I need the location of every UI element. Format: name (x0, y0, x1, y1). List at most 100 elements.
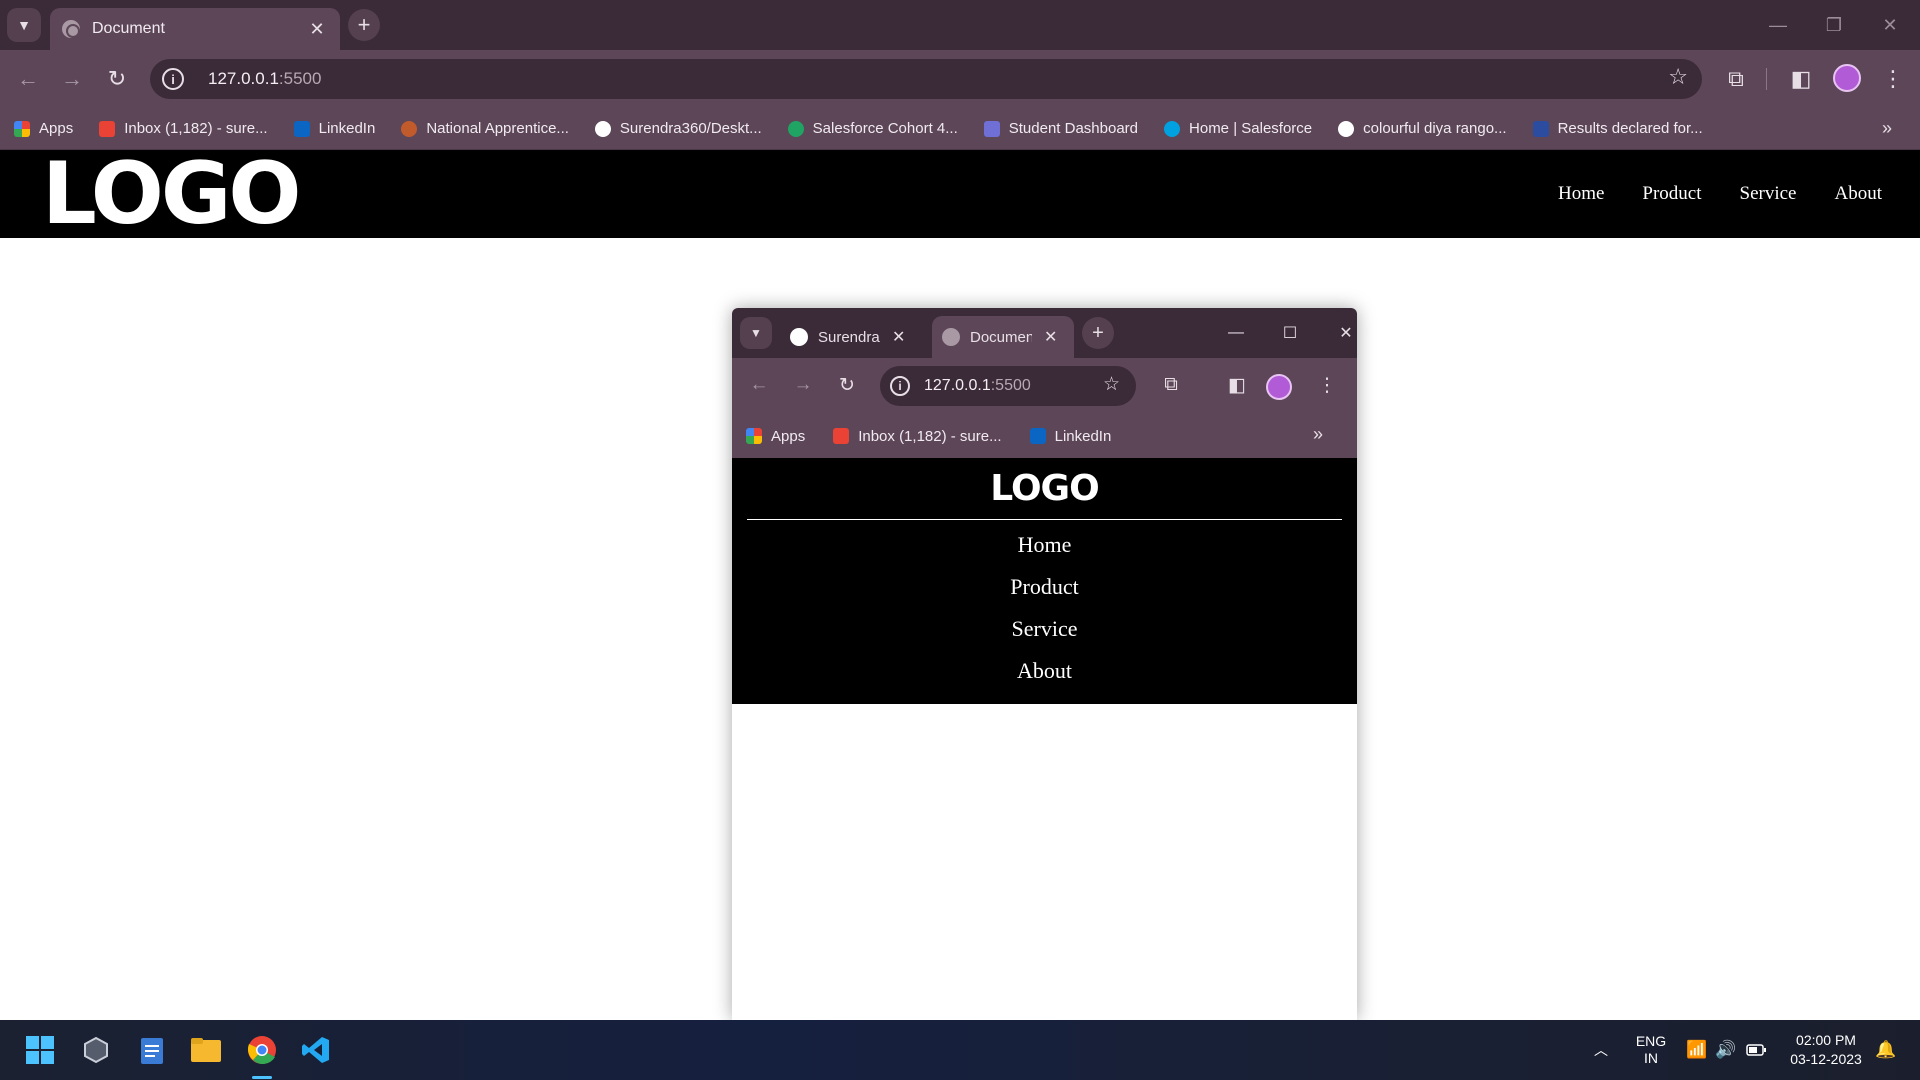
address-bar[interactable]: i 127.0.0.1:5500 ☆ (150, 59, 1702, 99)
bookmark-item[interactable]: Home | Salesforce (1164, 120, 1312, 137)
taskbar: ︿ ENG IN 📶 🔊 02:00 PM 03-12-2023 🔔 (0, 1020, 1920, 1080)
restore-button[interactable]: ❐ (1806, 0, 1862, 50)
url-text: 127.0.0.1:5500 (208, 69, 322, 88)
bookmark-item[interactable]: Results declared for... (1532, 120, 1703, 137)
file-explorer-icon[interactable] (188, 1032, 224, 1068)
bookmark-item[interactable]: Apps (14, 120, 73, 137)
bookmark-item[interactable]: National Apprentice... (401, 120, 569, 137)
clock[interactable]: 02:00 PM 03-12-2023 (1778, 1020, 1874, 1080)
tab-search-button[interactable]: ▼ (7, 8, 41, 42)
mobile-site-logo: LOGO (990, 468, 1099, 509)
linkedin-icon (1029, 428, 1046, 444)
bookmark-item[interactable]: Inbox (1,182) - sure... (99, 120, 268, 137)
new-tab-button[interactable]: + (348, 9, 380, 41)
star-icon: ☆ (1102, 374, 1120, 395)
more-vert-icon: ⋮ (1317, 374, 1337, 396)
browser-toolbar: ← → ↻ i 127.0.0.1:5500 ☆ ⧉ ◧ ⋮ (0, 50, 1920, 108)
inner-toolbar: ← → ↻ i 127.0.0.1:5500 ☆ ⧉ ◧ ⋮ (732, 358, 1357, 414)
forward-button[interactable]: → (55, 62, 89, 96)
reload-button[interactable]: ↻ (100, 62, 134, 96)
star-icon[interactable]: ☆ (1668, 64, 1688, 90)
notification-bell-icon[interactable]: 🔔 (1872, 1020, 1900, 1080)
volume-icon[interactable]: 🔊 (1713, 1020, 1739, 1080)
arrow-left-icon: ← (17, 66, 39, 91)
arrow-right-icon: → (793, 374, 813, 395)
inner-bookmarks-bar: Apps Inbox (1,182) - sure... LinkedIn » (732, 414, 1357, 458)
bookmarks-overflow-icon: » (1312, 424, 1323, 444)
back-button[interactable]: ← (11, 62, 45, 96)
apps-grid-icon (14, 120, 30, 137)
bookmark-item[interactable]: Student Dashboard (983, 120, 1138, 137)
mobile-nav-link-home: Home (1017, 532, 1072, 557)
tab-document[interactable]: Document ✕ (50, 8, 340, 50)
mobile-nav-link-product: Product (1010, 574, 1079, 599)
divider (747, 519, 1342, 520)
puzzle-icon: ⧉ (1164, 374, 1178, 395)
mobile-nav-link-service: Service (1011, 616, 1078, 641)
site-header: LOGO Home Product Service About (0, 150, 1920, 238)
unacademy-icon (1532, 120, 1549, 137)
site-nav: Home Product Service About (1520, 150, 1882, 238)
site-logo[interactable]: LOGO (42, 151, 302, 237)
nav-link-product[interactable]: Product (1642, 183, 1701, 205)
avatar (1266, 374, 1292, 400)
mobile-nav: Home Product Service About (732, 532, 1357, 700)
nav-link-service[interactable]: Service (1740, 183, 1797, 205)
mobile-site-header: LOGO Home Product Service About (732, 458, 1357, 704)
github-icon (790, 328, 808, 346)
extensions-button[interactable]: ⧉ (1719, 62, 1753, 96)
close-window-button[interactable]: ✕ (1862, 0, 1918, 50)
mobile-preview-image: ▼ Surendra ✕ Documen ✕ + — ☐ ✕ ← → ↻ i 1… (732, 308, 1357, 1020)
bookmark-item[interactable]: Surendra360/Deskt... (594, 120, 762, 137)
nav-link-about[interactable]: About (1835, 183, 1883, 205)
nav-link-home[interactable]: Home (1558, 183, 1604, 205)
notepad-icon[interactable] (134, 1032, 170, 1068)
menu-button[interactable]: ⋮ (1876, 62, 1910, 96)
inner-tab-active: Documen ✕ (932, 316, 1074, 358)
wifi-icon[interactable]: 📶 (1684, 1020, 1710, 1080)
google-icon (1338, 120, 1355, 137)
windows-start-icon[interactable] (22, 1032, 58, 1068)
globe-icon (942, 328, 960, 346)
puzzle-icon: ⧉ (1728, 66, 1744, 91)
chevron-down-icon: ▼ (740, 317, 772, 349)
active-app-indicator (252, 1076, 272, 1079)
bookmark-item[interactable]: LinkedIn (293, 120, 375, 137)
plus-icon: + (1082, 317, 1114, 349)
inner-tab: Surendra ✕ (780, 316, 915, 358)
dashboard-icon (983, 120, 1000, 137)
language-indicator[interactable]: ENG IN (1628, 1020, 1674, 1080)
close-icon: ✕ (1044, 329, 1058, 346)
side-panel-button[interactable]: ◧ (1784, 62, 1818, 96)
chrome-icon[interactable] (244, 1032, 280, 1068)
mobile-nav-link-about: About (1017, 658, 1072, 683)
close-icon[interactable]: ✕ (306, 19, 328, 40)
chevron-up-icon[interactable]: ︿ (1584, 1020, 1618, 1080)
vscode-icon[interactable] (298, 1032, 334, 1068)
globe-icon (62, 20, 80, 38)
side-panel-icon: ◧ (1228, 374, 1246, 396)
info-icon: i (890, 376, 910, 396)
inner-address-bar: i 127.0.0.1:5500 ☆ (880, 366, 1136, 406)
bookmark-item[interactable]: Salesforce Cohort 4... (787, 120, 958, 137)
minimize-button[interactable]: — (1750, 0, 1806, 50)
gmail-icon (833, 428, 850, 444)
app-icon[interactable] (78, 1032, 114, 1068)
close-icon: ✕ (892, 329, 906, 346)
bookmark-item[interactable]: colourful diya rango... (1338, 120, 1507, 137)
battery-icon[interactable] (1743, 1020, 1769, 1080)
info-icon[interactable]: i (162, 68, 184, 90)
bookmarks-overflow-icon[interactable]: » (1882, 118, 1892, 139)
side-panel-icon: ◧ (1790, 66, 1812, 91)
chevron-down-icon: ▼ (17, 17, 31, 33)
reload-icon: ↻ (107, 66, 127, 91)
avatar[interactable] (1833, 64, 1861, 92)
arrow-right-icon: → (61, 66, 83, 91)
salesforce-cloud-icon (1164, 120, 1181, 137)
tab-strip: ▼ Document ✕ + — ❐ ✕ (0, 0, 1920, 50)
maximize-icon: ☐ (1282, 325, 1298, 342)
minimize-icon: — (1228, 324, 1244, 341)
reload-icon: ↻ (839, 374, 855, 396)
more-vert-icon: ⋮ (1882, 66, 1904, 91)
apps-grid-icon (746, 428, 762, 444)
